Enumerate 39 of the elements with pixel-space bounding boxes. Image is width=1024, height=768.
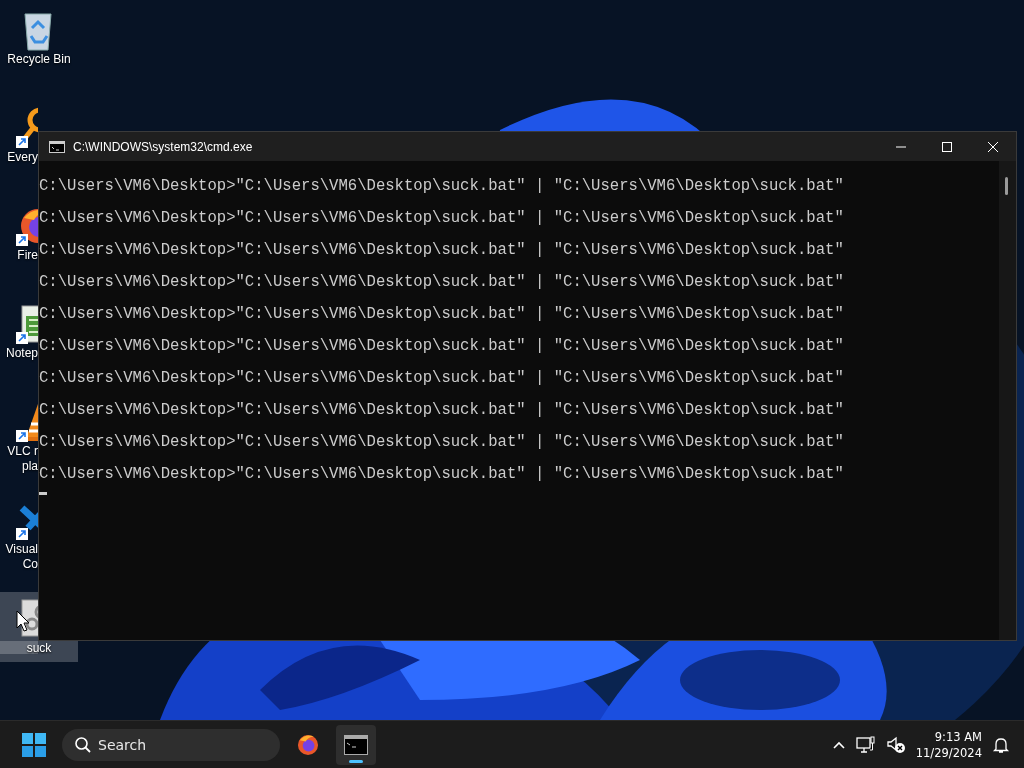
search-field[interactable]: Search <box>62 728 280 761</box>
icon-label: Fire <box>17 248 38 263</box>
clock-date: 11/29/2024 <box>915 744 982 761</box>
console-line: C:\Users\VM6\Desktop>"C:\Users\VM6\Desktop\suck.bat" | "C:\Users\VM6\Desktop\suck.bat" <box>39 401 845 420</box>
icon-label: pla <box>22 459 38 474</box>
icon-label: Visual <box>5 542 38 557</box>
taskbar-app-button[interactable] <box>336 724 376 765</box>
console-icon <box>344 734 368 755</box>
console-line: C:\Users\VM6\Desktop>"C:\Users\VM6\Desktop\suck.bat" | "C:\Users\VM6\Desktop\suck.bat" <box>39 177 845 196</box>
console-line: C:\Users\VM6\Desktop>"C:\Users\VM6\Desktop\suck.bat" | "C:\Users\VM6\Desktop\suck.bat" <box>39 465 845 484</box>
console-line: C:\Users\VM6\Desktop>"C:\Users\VM6\Desktop\suck.bat" | "C:\Users\VM6\Desktop\suck.bat" <box>39 273 845 292</box>
windows-logo-icon <box>22 732 46 757</box>
icon-label: VLC r <box>7 444 38 459</box>
network-icon[interactable] <box>855 735 876 754</box>
maximize-icon <box>942 141 952 152</box>
search-icon <box>74 735 92 754</box>
text-cursor <box>39 492 47 495</box>
console-line: C:\Users\VM6\Desktop>"C:\Users\VM6\Desktop\suck.bat" | "C:\Users\VM6\Desktop\suck.bat" <box>39 305 845 324</box>
icon-label: Co <box>22 557 38 572</box>
console-line: C:\Users\VM6\Desktop>"C:\Users\VM6\Desktop\suck.bat" | "C:\Users\VM6\Desktop\suck.bat" <box>39 209 845 228</box>
window-title: C:\WINDOWS\system32\cmd.exe <box>73 139 254 154</box>
clock-time: 9:13 AM <box>934 728 982 745</box>
console-icon <box>49 140 65 153</box>
icon-label: Recycle Bin <box>7 52 71 67</box>
notification-bell-icon[interactable] <box>992 735 1010 754</box>
console-line: C:\Users\VM6\Desktop>"C:\Users\VM6\Desktop\suck.bat" | "C:\Users\VM6\Desktop\suck.bat" <box>39 369 845 388</box>
console-line: C:\Users\VM6\Desktop>"C:\Users\VM6\Desktop\suck.bat" | "C:\Users\VM6\Desktop\suck.bat" <box>39 241 845 260</box>
console-line: C:\Users\VM6\Desktop>"C:\Users\VM6\Desktop\suck.bat" | "C:\Users\VM6\Desktop\suck.bat" <box>39 433 845 452</box>
icon-label: Every <box>7 150 38 165</box>
chevron-up-icon[interactable] <box>831 739 846 750</box>
close-icon <box>988 141 998 152</box>
muted-speaker-icon[interactable] <box>885 735 906 754</box>
desktop-icon[interactable]: Recycle Bin <box>0 4 78 98</box>
console-line: C:\Users\VM6\Desktop>"C:\Users\VM6\Desktop\suck.bat" | "C:\Users\VM6\Desktop\suck.bat" <box>39 337 845 356</box>
scrollbar[interactable] <box>999 161 1016 640</box>
desktop-icon[interactable]: Visual Co <box>0 494 38 588</box>
icon-label: Notep <box>5 346 38 361</box>
pointer-icon <box>16 610 30 632</box>
icon-label: suck <box>26 641 52 657</box>
